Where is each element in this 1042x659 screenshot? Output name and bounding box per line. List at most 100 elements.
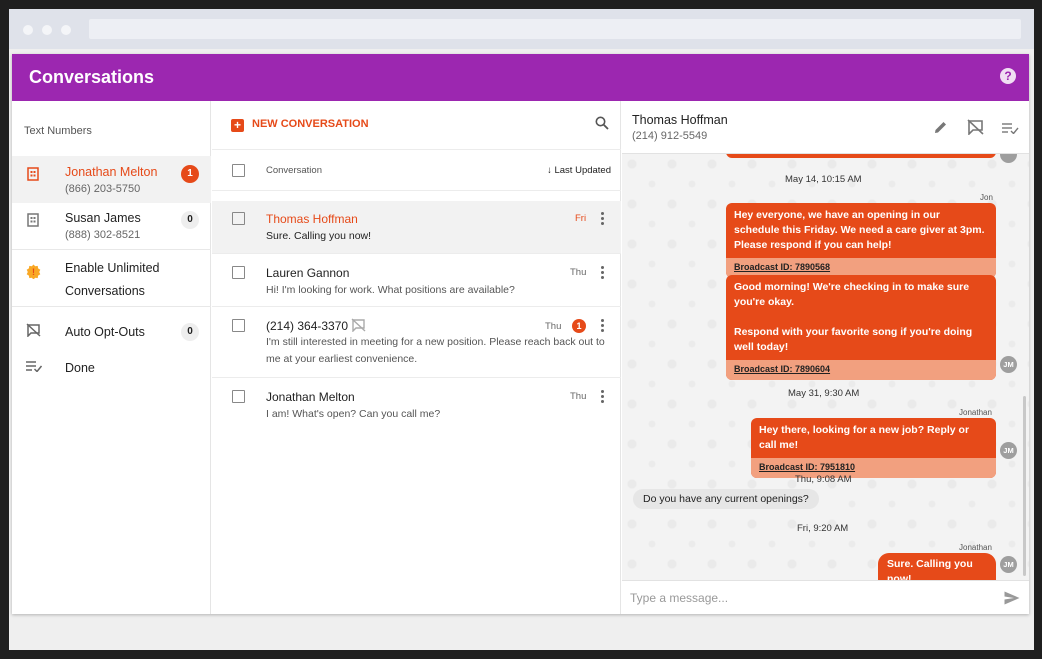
message-text: Good morning! We're checking in to make … <box>734 281 973 353</box>
broadcast-id-link[interactable]: Broadcast ID: 7890604 <box>726 360 996 380</box>
conversation-row-lauren-gannon[interactable]: Lauren Gannon Hi! I'm looking for work. … <box>212 254 621 307</box>
playlist-check-icon[interactable] <box>1002 122 1019 134</box>
row-checkbox[interactable] <box>232 319 245 332</box>
auto-opt-outs-label: Auto Opt-Outs <box>65 325 145 339</box>
sidebar-item-susan-james[interactable]: Susan James (888) 302-8521 0 <box>12 203 211 249</box>
send-icon[interactable] <box>1004 591 1020 605</box>
avatar: JM <box>1000 356 1017 373</box>
enable-unlimited-line2: Conversations <box>65 284 145 298</box>
edit-icon[interactable] <box>933 120 948 135</box>
sidebar-item-enable-unlimited[interactable]: ! Enable Unlimited Conversations <box>12 250 211 306</box>
sidebar-heading: Text Numbers <box>24 125 92 137</box>
building-icon <box>27 213 39 227</box>
row-checkbox[interactable] <box>232 212 245 225</box>
count-badge: 0 <box>181 211 199 229</box>
conversation-list: + NEW CONVERSATION Conversation ↓ Last Up… <box>212 101 621 614</box>
new-conversation-label: NEW CONVERSATION <box>252 118 369 130</box>
address-bar[interactable] <box>89 19 1021 39</box>
sidebar-item-auto-opt-outs[interactable]: Auto Opt-Outs 0 <box>12 307 211 355</box>
window-dot-close[interactable] <box>23 25 33 35</box>
app-window: Conversations ? Text Numbers Jonathan Me… <box>12 54 1029 614</box>
sidebar-item-phone: (888) 302-8521 <box>65 229 141 241</box>
conversation-day: Thu <box>545 321 562 332</box>
outgoing-message: Hey everyone, we have an opening in our … <box>726 203 996 278</box>
help-icon[interactable]: ? <box>1000 68 1016 84</box>
incoming-message: Do you have any current openings? <box>633 489 819 509</box>
message-thread[interactable]: May 14, 10:15 AM Jon Hey everyone, we ha… <box>622 154 1029 580</box>
chat-header: Thomas Hoffman (214) 912-5549 <box>622 101 1029 154</box>
plus-icon: + <box>231 119 244 132</box>
conversation-row-jonathan-melton[interactable]: Jonathan Melton I am! What's open? Can y… <box>212 378 621 430</box>
new-conversation-button[interactable]: + NEW CONVERSATION <box>231 118 369 132</box>
warning-badge-icon: ! <box>26 264 41 279</box>
list-header: Conversation ↓ Last Updated <box>212 149 621 191</box>
sort-last-updated[interactable]: ↓ Last Updated <box>547 165 611 176</box>
message-text: Sure. Calling you now! <box>887 558 973 580</box>
timestamp: Fri, 9:20 AM <box>797 523 849 534</box>
sidebar-item-phone: (866) 203-5750 <box>65 183 141 195</box>
avatar <box>1000 154 1017 163</box>
message-bubble-partial <box>726 154 996 158</box>
app-title: Conversations <box>29 67 155 87</box>
count-badge: 0 <box>181 323 199 341</box>
window-dot-minimize[interactable] <box>42 25 52 35</box>
contact-name: Thomas Hoffman <box>632 113 728 127</box>
timestamp: May 31, 9:30 AM <box>788 388 860 399</box>
more-vert-icon[interactable] <box>601 266 605 280</box>
row-checkbox[interactable] <box>232 390 245 403</box>
conversation-name: Lauren Gannon <box>266 266 350 280</box>
conversation-row-unknown-number[interactable]: (214) 364-3370 I'm still interested in m… <box>212 307 621 378</box>
conversation-preview: I'm still interested in meeting for a ne… <box>266 336 605 365</box>
timestamp: May 14, 10:15 AM <box>785 174 862 185</box>
sender-label: Jonathan <box>959 408 992 417</box>
message-off-icon[interactable] <box>967 119 984 135</box>
scrollbar[interactable] <box>1023 396 1026 576</box>
avatar: JM <box>1000 556 1017 573</box>
outgoing-message: Hey there, looking for a new job? Reply … <box>751 418 996 478</box>
message-input[interactable] <box>630 589 990 607</box>
message-text: Hey everyone, we have an opening in our … <box>734 209 985 251</box>
message-off-icon <box>26 323 41 337</box>
window-dot-maximize[interactable] <box>61 25 71 35</box>
row-checkbox[interactable] <box>232 266 245 279</box>
arrow-down-icon: ↓ <box>547 165 552 176</box>
svg-text:!: ! <box>32 267 35 277</box>
more-vert-icon[interactable] <box>601 390 605 404</box>
conversation-row-thomas-hoffman[interactable]: Thomas Hoffman Sure. Calling you now! Fr… <box>212 201 621 254</box>
search-icon[interactable] <box>595 116 609 130</box>
enable-unlimited-line1: Enable Unlimited <box>65 261 160 275</box>
column-label-conversation: Conversation <box>266 165 322 176</box>
message-composer <box>622 580 1029 614</box>
conversation-name: Thomas Hoffman <box>266 212 358 226</box>
sidebar: Text Numbers Jonathan Melton (866) 203-5… <box>12 101 211 614</box>
browser-chrome <box>9 9 1034 49</box>
outgoing-message: Sure. Calling you now! <box>878 553 996 580</box>
conversation-day: Thu <box>570 267 587 278</box>
avatar: JM <box>1000 442 1017 459</box>
app-bar: Conversations ? <box>12 54 1029 101</box>
building-icon <box>27 167 39 181</box>
unread-badge: 1 <box>572 319 586 333</box>
sidebar-item-jonathan-melton[interactable]: Jonathan Melton (866) 203-5750 1 <box>12 156 211 203</box>
done-label: Done <box>65 361 95 375</box>
timestamp: Thu, 9:08 AM <box>795 474 852 485</box>
message-text: Hey there, looking for a new job? Reply … <box>759 424 970 451</box>
conversation-name: Jonathan Melton <box>266 390 355 404</box>
sidebar-item-done[interactable]: Done <box>12 355 211 391</box>
sort-label: Last Updated <box>554 165 611 176</box>
conversation-name: (214) 364-3370 <box>266 319 349 333</box>
contact-phone: (214) 912-5549 <box>632 130 708 142</box>
chat-panel: Thomas Hoffman (214) 912-5549 May 14, 10… <box>622 101 1029 614</box>
conversation-preview: Sure. Calling you now! <box>266 230 372 242</box>
browser-frame: Conversations ? Text Numbers Jonathan Me… <box>9 9 1034 650</box>
select-all-checkbox[interactable] <box>232 164 245 177</box>
unread-badge: 1 <box>181 165 199 183</box>
message-off-icon <box>351 318 366 332</box>
conversation-day: Thu <box>570 391 587 402</box>
broadcast-id-link[interactable]: Broadcast ID: 7951810 <box>751 458 996 478</box>
more-vert-icon[interactable] <box>601 212 605 226</box>
playlist-check-icon <box>26 361 42 372</box>
conversation-preview: I am! What's open? Can you call me? <box>266 408 441 420</box>
more-vert-icon[interactable] <box>601 319 605 333</box>
outgoing-message: Good morning! We're checking in to make … <box>726 275 996 380</box>
